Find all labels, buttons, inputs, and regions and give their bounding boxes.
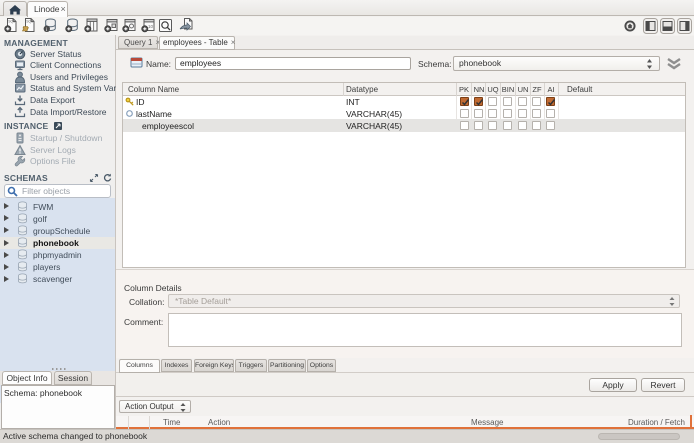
svg-text:SQL: SQL bbox=[26, 20, 33, 24]
svg-text:10: 10 bbox=[148, 24, 154, 29]
svg-text:SQL: SQL bbox=[8, 20, 15, 24]
